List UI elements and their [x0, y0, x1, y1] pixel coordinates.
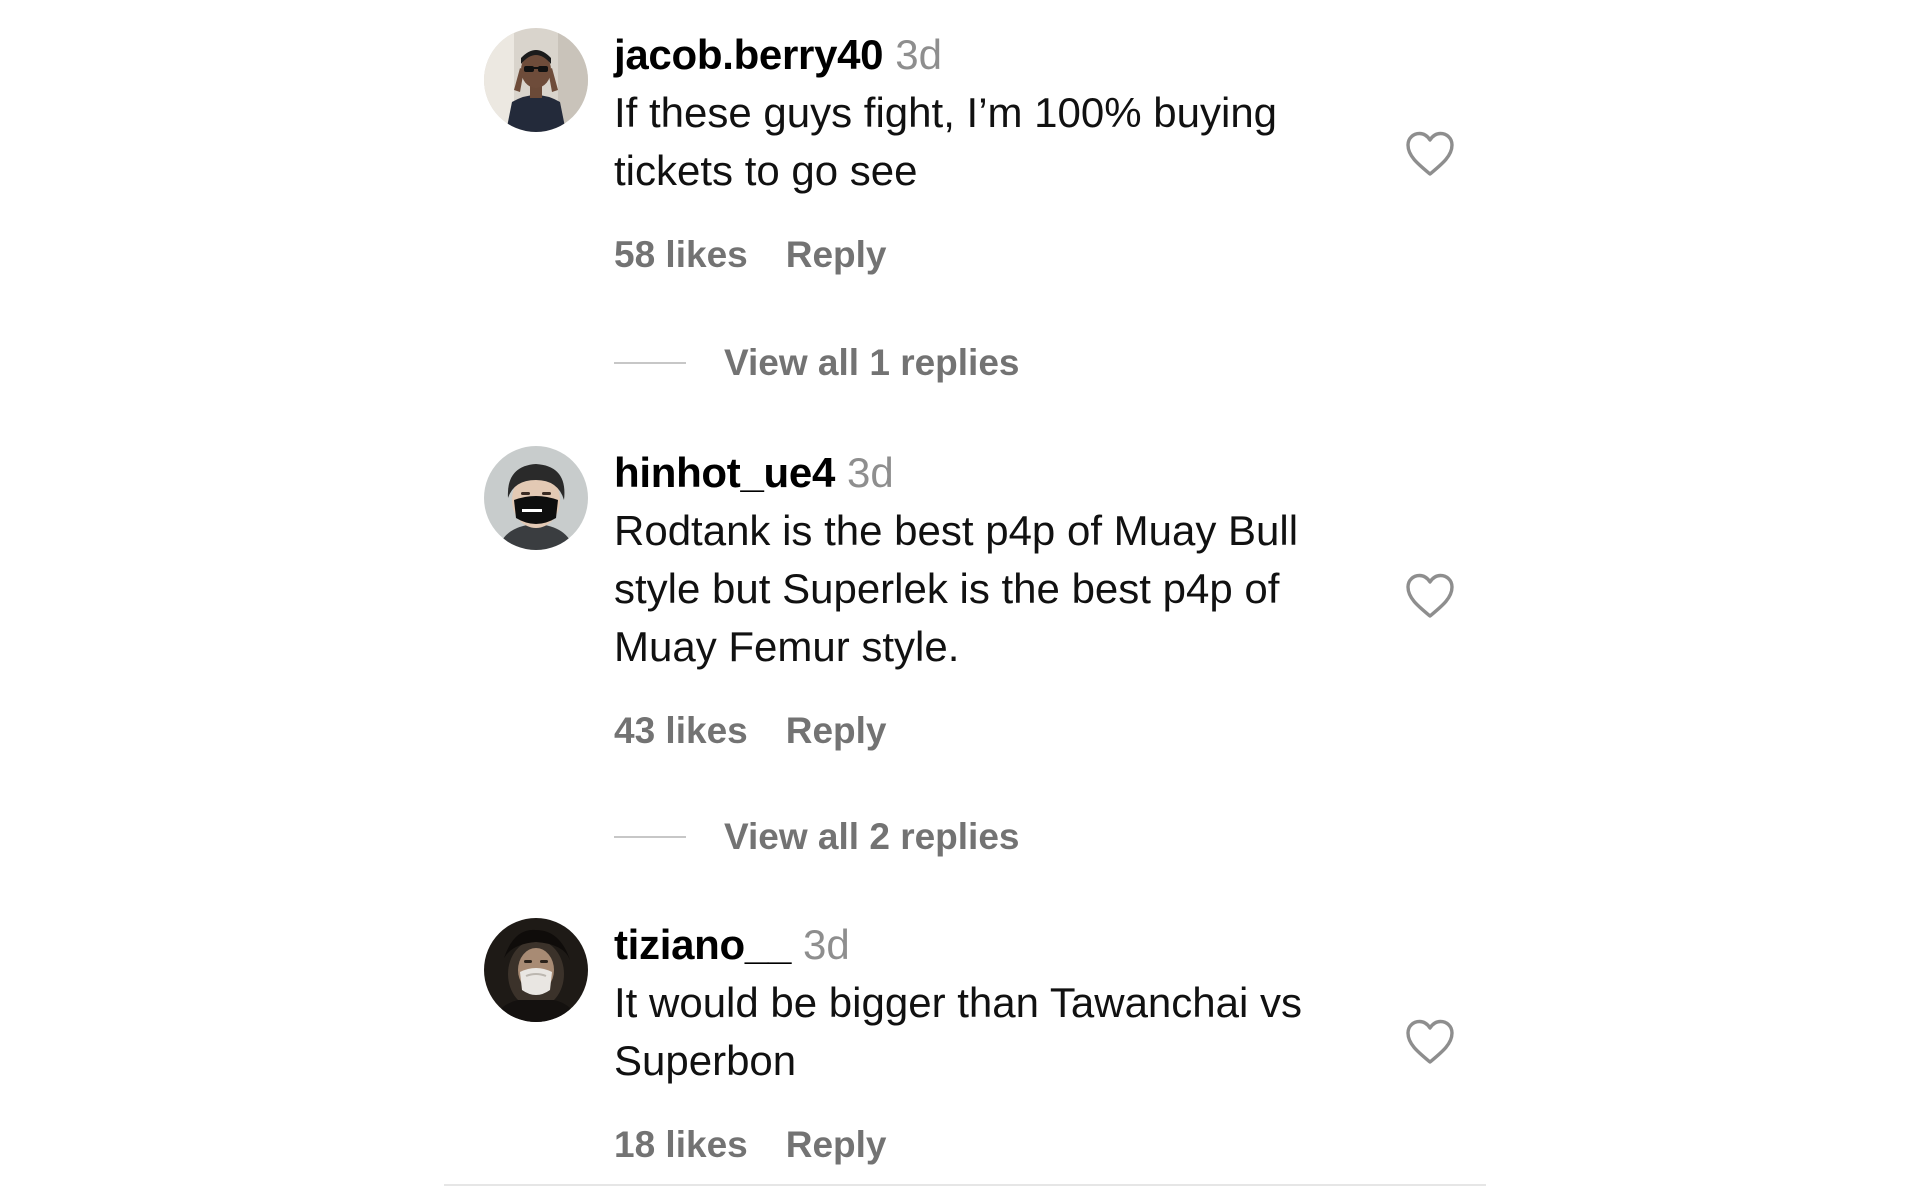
comment-timestamp: 3d	[895, 31, 942, 78]
person-mask-avatar-icon	[484, 446, 588, 550]
comment-header: hinhot_ue4 3d	[614, 446, 894, 510]
comment-text: Rodtank is the best p4p of Muay Bull sty…	[614, 507, 1299, 670]
comments-list: jacob.berry40 3d If these guys fight, I’m…	[0, 0, 1920, 1200]
comment-item: hinhot_ue4 3d Rodtank is the best p4p of …	[484, 446, 1484, 751]
likes-count[interactable]: 58 likes	[614, 234, 748, 275]
replies-divider	[614, 836, 686, 838]
comment-timestamp: 3d	[847, 449, 894, 496]
likes-count[interactable]: 43 likes	[614, 710, 748, 751]
heart-outline-icon	[1406, 1019, 1454, 1064]
person-mask-dark-avatar-icon	[484, 918, 588, 1022]
comment-text: If these guys fight, I’m 100% buying tic…	[614, 89, 1278, 194]
avatar[interactable]	[484, 446, 588, 550]
comment-header: jacob.berry40 3d	[614, 28, 942, 92]
list-divider	[444, 1184, 1486, 1186]
reply-button[interactable]: Reply	[786, 710, 887, 751]
heart-outline-icon	[1406, 573, 1454, 618]
comment-item: jacob.berry40 3d If these guys fight, I’m…	[484, 28, 1484, 275]
reply-button[interactable]: Reply	[786, 234, 887, 275]
comment-item: tiziano__ 3d It would be bigger than Tawa…	[484, 918, 1484, 1168]
like-button[interactable]	[1404, 130, 1456, 178]
replies-divider	[614, 362, 686, 364]
comment-text: It would be bigger than Tawanchai vs Sup…	[614, 979, 1302, 1084]
username[interactable]: tiziano__	[614, 921, 791, 968]
avatar[interactable]	[484, 918, 588, 1022]
username[interactable]: jacob.berry40	[614, 31, 884, 78]
person-sunglasses-avatar-icon	[484, 28, 588, 132]
comment-meta: 18 likes Reply	[614, 1120, 887, 1178]
comment-timestamp: 3d	[803, 921, 850, 968]
comment-meta: 43 likes Reply	[614, 706, 887, 764]
heart-outline-icon	[1406, 131, 1454, 176]
username[interactable]: hinhot_ue4	[614, 449, 835, 496]
comment-header: tiziano__ 3d	[614, 918, 850, 982]
like-button[interactable]	[1404, 572, 1456, 620]
like-button[interactable]	[1404, 1018, 1456, 1066]
reply-button[interactable]: Reply	[786, 1124, 887, 1165]
view-replies-label: View all 2 replies	[724, 816, 1020, 857]
avatar[interactable]	[484, 28, 588, 132]
view-replies-label: View all 1 replies	[724, 342, 1020, 383]
likes-count[interactable]: 18 likes	[614, 1124, 748, 1165]
comment-meta: 58 likes Reply	[614, 230, 887, 288]
